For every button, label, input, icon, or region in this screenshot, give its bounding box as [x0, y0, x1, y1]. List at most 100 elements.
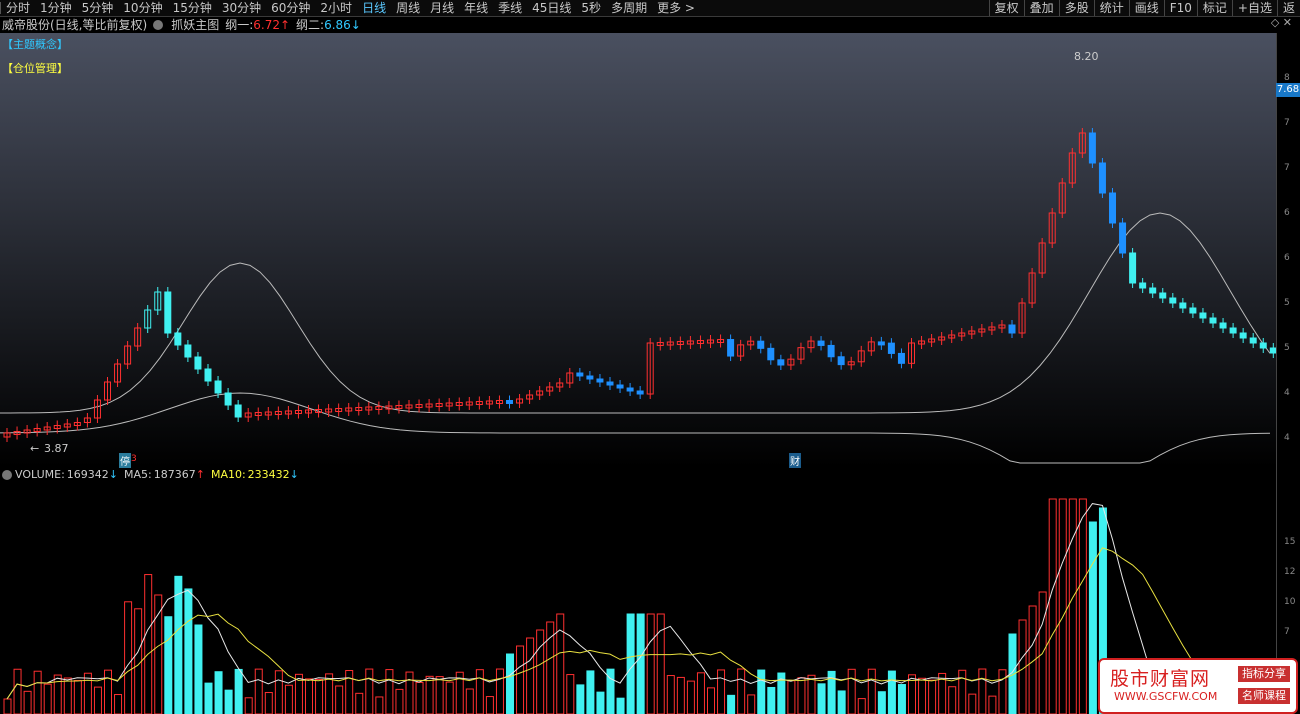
candle-body — [204, 368, 212, 382]
price-axis-tick: 8 — [1284, 73, 1290, 83]
tool-button-2[interactable]: 多股 — [1058, 0, 1094, 16]
volume-bar — [164, 616, 173, 714]
timeframe-toolbar: 分时 1分钟 5分钟 10分钟 15分钟 30分钟 60分钟 2小时 日线 周线 月线 年线 季线 45日… — [0, 0, 1300, 17]
volume-bar — [968, 693, 977, 714]
tool-button-5[interactable]: F10 — [1163, 0, 1197, 16]
site-watermark: 股市财富网 WWW.GSCFW.COM 指标分享 名师课程 — [1098, 658, 1298, 714]
timeframe-0[interactable]: 分时 — [1, 0, 35, 16]
timeframe-14[interactable]: 5秒 — [576, 0, 606, 16]
volume-bar — [747, 694, 756, 714]
tool-button-0[interactable]: 复权 — [988, 0, 1024, 16]
volume-bar — [365, 668, 374, 714]
volume-bar — [93, 686, 102, 714]
line2-label: 纲二: — [296, 18, 325, 32]
volume-bar — [73, 679, 82, 714]
volume-bar — [53, 674, 62, 714]
price-axis-tick: 4 — [1284, 388, 1290, 398]
candle-body — [757, 340, 765, 349]
tool-button-3[interactable]: 统计 — [1093, 0, 1129, 16]
volume-bar — [978, 668, 987, 714]
timeframe-11[interactable]: 年线 — [459, 0, 493, 16]
timeframe-13[interactable]: 45日线 — [527, 0, 576, 16]
timeframe-10[interactable]: 月线 — [425, 0, 459, 16]
tool-button-1[interactable]: 叠加 — [1023, 0, 1059, 16]
high-price-label: 8.20 — [1074, 50, 1099, 63]
volume-bar — [696, 672, 705, 714]
tool-button-7[interactable]: +自选 — [1231, 0, 1277, 16]
timeframe-3[interactable]: 10分钟 — [118, 0, 167, 16]
theme-concept-label[interactable]: 【主题概念】 — [2, 36, 68, 52]
volume-bar — [686, 680, 695, 714]
volume-bar — [425, 675, 434, 714]
indicator-name[interactable]: 抓妖主图 — [171, 16, 219, 33]
volume-chart — [3, 498, 1276, 714]
candle-body — [636, 390, 644, 395]
price-chart-panel[interactable] — [0, 33, 1277, 467]
volume-bar — [837, 690, 846, 714]
volume-bar — [958, 669, 967, 714]
limit-mark[interactable]: 停 — [119, 453, 131, 468]
volume-bar — [757, 669, 766, 714]
position-management-label[interactable]: 【仓位管理】 — [2, 60, 68, 76]
ma5-value: 187367 — [153, 468, 196, 481]
volume-bar — [526, 637, 535, 714]
timeframe-6[interactable]: 60分钟 — [266, 0, 315, 16]
volume-bar — [1078, 498, 1087, 714]
volume-bar — [797, 677, 806, 714]
watermark-tag-share: 指标分享 — [1238, 666, 1290, 682]
candle-body — [1149, 287, 1157, 294]
finance-mark[interactable]: 财 — [789, 453, 801, 468]
low-arrow-icon: ← — [30, 442, 40, 455]
volume-bar — [144, 574, 153, 714]
volume-bar — [1068, 498, 1077, 714]
candle-body — [1109, 192, 1116, 224]
tool-button-8[interactable]: 返 — [1276, 0, 1300, 16]
timeframe-12[interactable]: 季线 — [493, 0, 527, 16]
candle-body — [1259, 342, 1267, 349]
line1-label: 纲一: — [225, 18, 254, 32]
candlestick-chart — [0, 33, 1277, 467]
volume-bar — [737, 668, 746, 714]
timeframe-15[interactable]: 多周期 — [606, 0, 652, 16]
timeframe-1[interactable]: 1分钟 — [35, 0, 77, 16]
volume-bar — [506, 653, 514, 714]
price-axis-tick: 6 — [1284, 253, 1290, 263]
volume-bar — [104, 669, 112, 714]
timeframe-16[interactable]: 更多 > — [652, 0, 700, 16]
candle-body — [887, 342, 895, 354]
volume-bar — [897, 684, 906, 714]
volume-bar — [214, 671, 223, 714]
volume-bar — [847, 668, 856, 714]
ma10-value: 233432 — [247, 468, 290, 481]
timeframe-5[interactable]: 30分钟 — [217, 0, 266, 16]
volume-bar — [887, 670, 896, 714]
volume-bar — [274, 670, 283, 714]
candle-body — [576, 372, 584, 377]
timeframe-2[interactable]: 5分钟 — [77, 0, 119, 16]
volume-bar — [124, 601, 133, 714]
volume-title-bar: VOLUME: 169342 ↓ MA5: 187367 ↑ MA10: 23343… — [0, 467, 1276, 482]
up-arrow-icon: ↑ — [195, 468, 205, 481]
volume-bar — [154, 594, 163, 714]
volume-bar — [415, 681, 424, 714]
timeframe-9[interactable]: 周线 — [391, 0, 425, 16]
timeframe-7[interactable]: 2小时 — [315, 0, 357, 16]
timeframe-4[interactable]: 15分钟 — [168, 0, 217, 16]
indicator-settings-icon[interactable] — [153, 19, 164, 30]
tool-button-4[interactable]: 画线 — [1128, 0, 1164, 16]
volume-settings-icon[interactable] — [2, 469, 12, 480]
volume-bar — [445, 681, 454, 714]
volume-bar — [867, 668, 876, 714]
timeframe-8[interactable]: 日线 — [357, 0, 391, 16]
candle-body — [586, 375, 594, 380]
volume-bar — [1048, 498, 1057, 714]
candle-body — [1129, 252, 1137, 284]
candle-body — [626, 387, 634, 392]
volume-bar — [385, 669, 394, 714]
watermark-title: 股市财富网 — [1110, 668, 1211, 690]
volume-bar — [857, 698, 866, 714]
volume-bar — [3, 698, 12, 714]
tool-button-6[interactable]: 标记 — [1196, 0, 1232, 16]
volume-bar — [234, 668, 243, 714]
panel-controls[interactable]: ◇ ✕ — [1271, 16, 1292, 29]
